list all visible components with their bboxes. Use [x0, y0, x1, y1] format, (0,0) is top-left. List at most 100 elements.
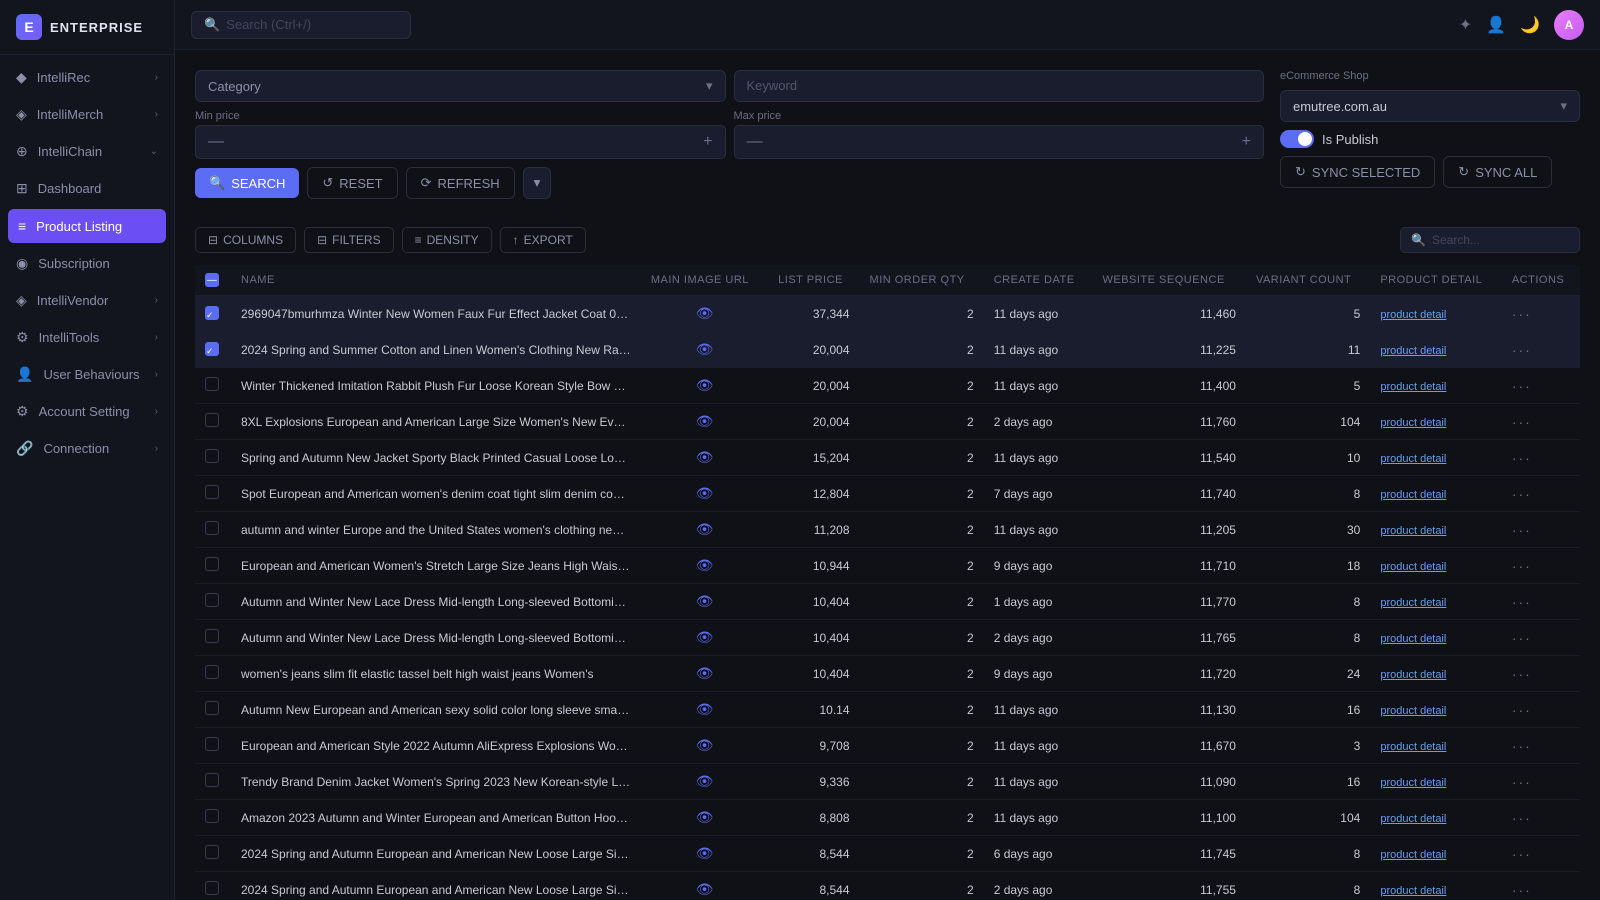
row-actions-button[interactable]: ··· [1512, 738, 1532, 754]
sidebar-item-dashboard[interactable]: ⊞ Dashboard [0, 170, 174, 207]
view-icon[interactable]: 👁 [696, 305, 714, 321]
row-checkbox[interactable] [205, 665, 219, 679]
row-checkbox[interactable] [205, 701, 219, 715]
product-detail-link[interactable]: product detail [1380, 309, 1446, 321]
sidebar-item-intellirec[interactable]: ◆ IntelliRec › [0, 59, 174, 96]
product-detail-link[interactable]: product detail [1380, 633, 1446, 645]
person-icon[interactable]: 👤 [1486, 15, 1506, 35]
row-actions-button[interactable]: ··· [1512, 522, 1532, 538]
view-icon[interactable]: 👁 [696, 485, 714, 501]
category-select[interactable]: Category ▾ [195, 70, 726, 102]
row-actions-button[interactable]: ··· [1512, 450, 1532, 466]
moon-icon[interactable]: 🌙 [1520, 15, 1540, 35]
avatar[interactable]: A [1554, 10, 1584, 40]
row-actions-button[interactable]: ··· [1512, 882, 1532, 898]
sidebar-item-user-behaviours[interactable]: 👤 User Behaviours › [0, 356, 174, 393]
row-checkbox[interactable] [205, 413, 219, 427]
row-checkbox[interactable] [205, 881, 219, 895]
view-icon[interactable]: 👁 [696, 881, 714, 897]
sidebar-item-account-setting[interactable]: ⚙ Account Setting › [0, 393, 174, 430]
row-checkbox[interactable] [205, 593, 219, 607]
refresh-button[interactable]: ⟳ REFRESH [406, 167, 515, 199]
row-actions-button[interactable]: ··· [1512, 306, 1532, 322]
row-actions-button[interactable]: ··· [1512, 666, 1532, 682]
product-detail-link[interactable]: product detail [1380, 453, 1446, 465]
row-actions-button[interactable]: ··· [1512, 774, 1532, 790]
row-checkbox[interactable]: ✓ [205, 342, 219, 356]
table-search[interactable]: 🔍 Search... [1400, 227, 1580, 253]
view-icon[interactable]: 👁 [696, 665, 714, 681]
product-detail-link[interactable]: product detail [1380, 741, 1446, 753]
sidebar-item-intellimerch[interactable]: ◈ IntelliMerch › [0, 96, 174, 133]
sidebar-item-product-listing[interactable]: ≡ Product Listing [8, 209, 166, 243]
view-icon[interactable]: 👁 [696, 593, 714, 609]
publish-toggle[interactable] [1280, 130, 1314, 148]
columns-button[interactable]: ⊟ COLUMNS [195, 227, 296, 253]
row-actions-button[interactable]: ··· [1512, 846, 1532, 862]
min-plus-btn[interactable]: + [703, 133, 712, 151]
sidebar-item-intellitools[interactable]: ⚙ IntelliTools › [0, 319, 174, 356]
max-plus-btn[interactable]: + [1242, 133, 1251, 151]
ecommerce-select[interactable]: emutree.com.au ▾ [1280, 90, 1580, 122]
row-checkbox[interactable] [205, 449, 219, 463]
select-all-checkbox[interactable]: — [205, 273, 219, 287]
product-detail-link[interactable]: product detail [1380, 813, 1446, 825]
row-actions-button[interactable]: ··· [1512, 810, 1532, 826]
row-checkbox[interactable] [205, 485, 219, 499]
product-detail-link[interactable]: product detail [1380, 417, 1446, 429]
view-icon[interactable]: 👁 [696, 413, 714, 429]
more-button[interactable]: ▾ [523, 167, 552, 199]
product-detail-link[interactable]: product detail [1380, 525, 1446, 537]
max-minus-btn[interactable]: — [747, 133, 763, 151]
view-icon[interactable]: 👁 [696, 773, 714, 789]
row-checkbox[interactable] [205, 629, 219, 643]
view-icon[interactable]: 👁 [696, 629, 714, 645]
row-checkbox[interactable] [205, 377, 219, 391]
sidebar-item-connection[interactable]: 🔗 Connection › [0, 430, 174, 467]
view-icon[interactable]: 👁 [696, 737, 714, 753]
topbar-search[interactable]: 🔍 Search (Ctrl+/) [191, 11, 411, 39]
keyword-input[interactable]: Keyword [734, 70, 1265, 102]
view-icon[interactable]: 👁 [696, 557, 714, 573]
product-detail-link[interactable]: product detail [1380, 705, 1446, 717]
search-button[interactable]: 🔍 SEARCH [195, 168, 299, 198]
reset-button[interactable]: ↺ RESET [307, 167, 397, 199]
density-button[interactable]: ≡ DENSITY [402, 227, 492, 253]
view-icon[interactable]: 👁 [696, 521, 714, 537]
product-detail-link[interactable]: product detail [1380, 381, 1446, 393]
product-detail-link[interactable]: product detail [1380, 561, 1446, 573]
view-icon[interactable]: 👁 [696, 809, 714, 825]
sidebar-item-subscription[interactable]: ◉ Subscription [0, 245, 174, 282]
row-checkbox[interactable]: ✓ [205, 306, 219, 320]
view-icon[interactable]: 👁 [696, 701, 714, 717]
row-checkbox[interactable] [205, 521, 219, 535]
sidebar-item-intellivendor[interactable]: ◈ IntelliVendor › [0, 282, 174, 319]
row-checkbox[interactable] [205, 773, 219, 787]
row-actions-button[interactable]: ··· [1512, 414, 1532, 430]
row-actions-button[interactable]: ··· [1512, 558, 1532, 574]
product-detail-link[interactable]: product detail [1380, 777, 1446, 789]
header-checkbox[interactable]: — [195, 265, 231, 296]
view-icon[interactable]: 👁 [696, 341, 714, 357]
row-checkbox[interactable] [205, 737, 219, 751]
row-checkbox[interactable] [205, 557, 219, 571]
row-actions-button[interactable]: ··· [1512, 486, 1532, 502]
export-button[interactable]: ↑ EXPORT [500, 227, 586, 253]
product-detail-link[interactable]: product detail [1380, 849, 1446, 861]
row-actions-button[interactable]: ··· [1512, 702, 1532, 718]
row-actions-button[interactable]: ··· [1512, 630, 1532, 646]
view-icon[interactable]: 👁 [696, 449, 714, 465]
max-price-field[interactable]: — + [734, 125, 1265, 159]
product-detail-link[interactable]: product detail [1380, 345, 1446, 357]
view-icon[interactable]: 👁 [696, 377, 714, 393]
product-detail-link[interactable]: product detail [1380, 489, 1446, 501]
row-actions-button[interactable]: ··· [1512, 594, 1532, 610]
product-detail-link[interactable]: product detail [1380, 597, 1446, 609]
filters-button[interactable]: ⊟ FILTERS [304, 227, 394, 253]
min-minus-btn[interactable]: — [208, 133, 224, 151]
row-actions-button[interactable]: ··· [1512, 342, 1532, 358]
sparkles-icon[interactable]: ✦ [1459, 15, 1472, 35]
sync-all-button[interactable]: ↻ SYNC ALL [1443, 156, 1552, 188]
sidebar-item-intellichain[interactable]: ⊕ IntelliChain ⌄ [0, 133, 174, 170]
row-actions-button[interactable]: ··· [1512, 378, 1532, 394]
